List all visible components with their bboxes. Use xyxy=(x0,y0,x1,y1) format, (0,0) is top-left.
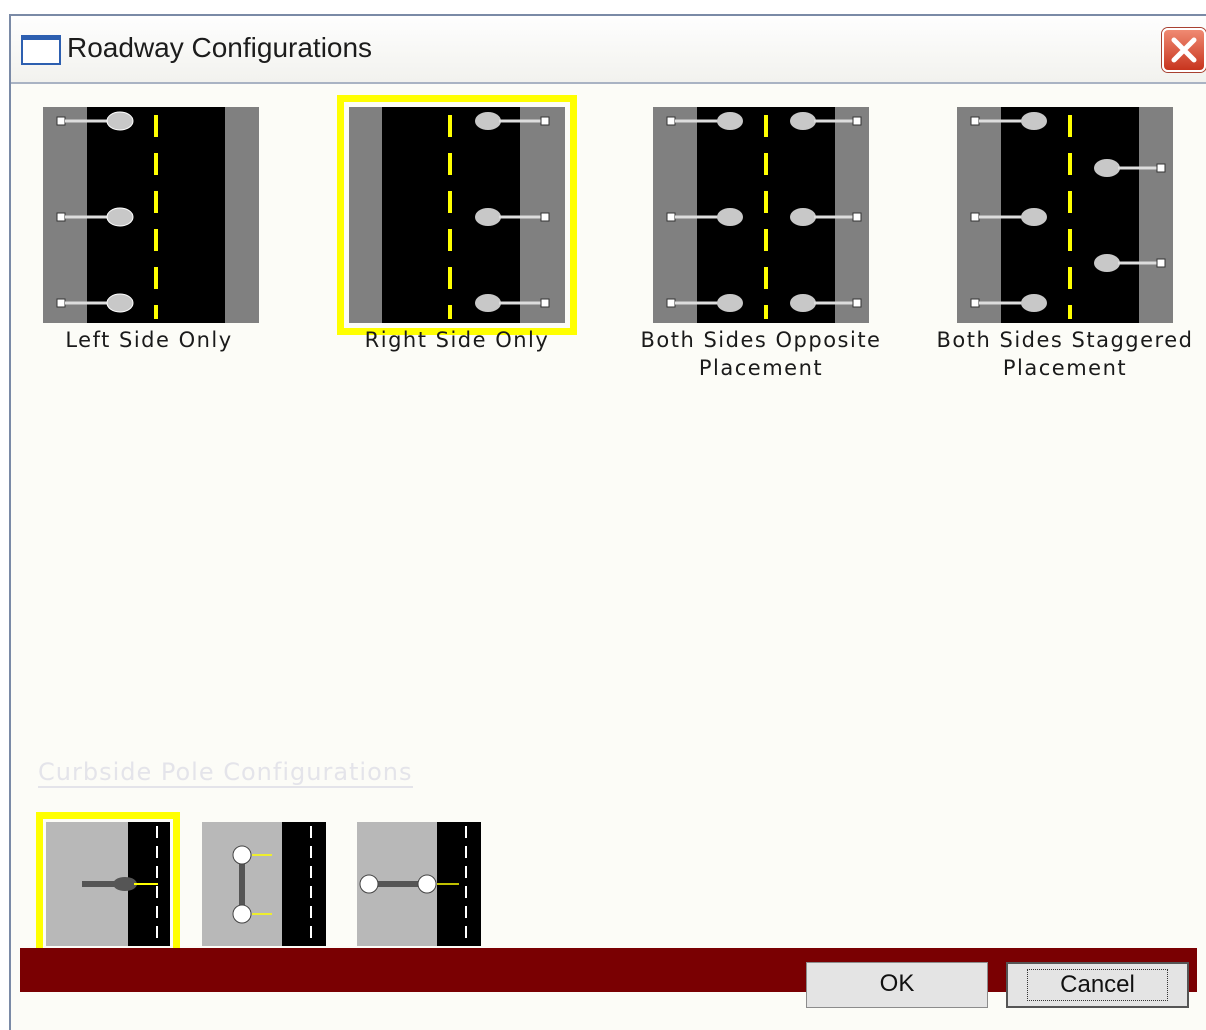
window-icon xyxy=(21,35,61,65)
cancel-button[interactable]: Cancel xyxy=(1006,962,1189,1008)
config-both-sides-staggered[interactable] xyxy=(957,107,1173,323)
both-sides-staggered-icon xyxy=(957,107,1173,323)
close-icon xyxy=(1171,37,1197,63)
ok-button[interactable]: OK xyxy=(806,962,988,1008)
left-side-only-icon xyxy=(43,107,259,323)
config-both-sides-opposite[interactable] xyxy=(653,107,869,323)
curbside-single-pole-icon xyxy=(46,822,170,946)
config-label: Left Side Only xyxy=(65,328,233,352)
config-left-side-only[interactable] xyxy=(43,107,259,323)
curbside-option-1[interactable] xyxy=(36,812,180,956)
close-button[interactable] xyxy=(1162,28,1206,72)
cancel-button-label: Cancel xyxy=(1027,969,1168,1001)
window-title: Roadway Configurations xyxy=(67,32,373,63)
curbside-section-link[interactable]: Curbside Pole Configurations xyxy=(38,758,413,788)
both-sides-opposite-icon xyxy=(653,107,869,323)
right-side-only-icon xyxy=(349,107,565,323)
config-label: Both Sides Staggered Placement xyxy=(936,328,1194,380)
config-right-side-only[interactable] xyxy=(337,95,577,335)
curbside-twin-arm-icon xyxy=(357,822,481,946)
curbside-option-3[interactable] xyxy=(357,822,481,946)
curbside-double-pole-icon xyxy=(202,822,326,946)
curbside-option-2[interactable] xyxy=(202,822,326,946)
title-bar: Roadway Configurations xyxy=(11,16,1206,84)
config-label: Right Side Only xyxy=(364,328,550,352)
config-label: Both Sides Opposite Placement xyxy=(640,328,882,380)
